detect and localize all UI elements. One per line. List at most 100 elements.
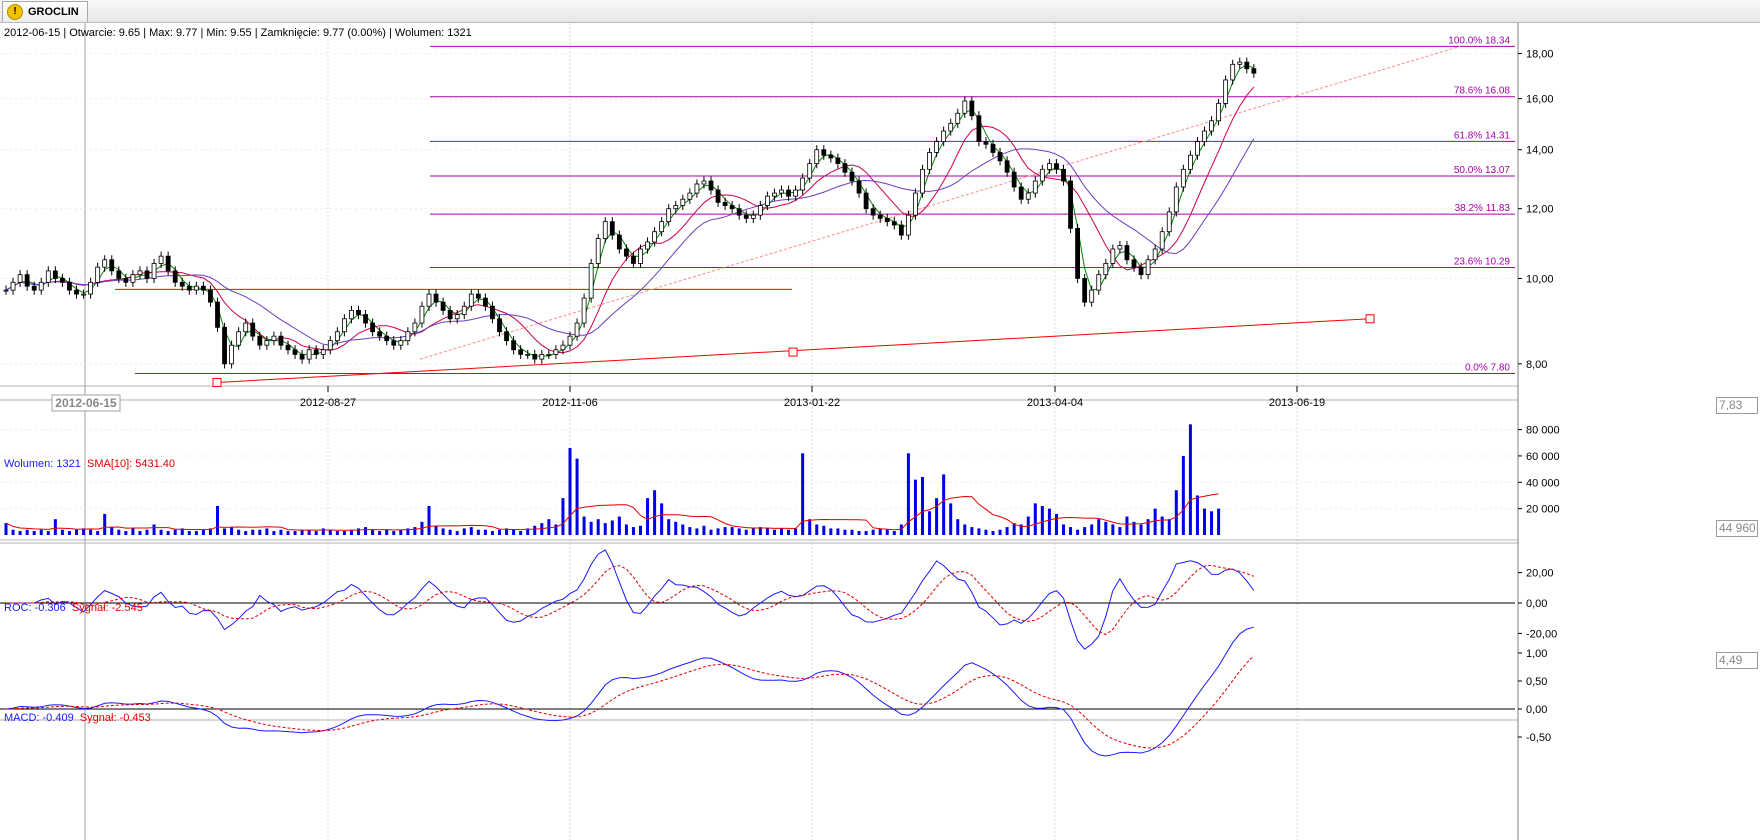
candle-body (243, 322, 249, 333)
volume-bar (702, 525, 706, 535)
volume-bar (991, 531, 995, 535)
volume-bar (18, 531, 22, 535)
candle-body (870, 208, 876, 216)
candle-body (602, 221, 608, 239)
candle-body (1054, 163, 1059, 170)
volume-tick-label: 80 000 (1526, 425, 1560, 437)
candle-body (1237, 61, 1243, 65)
stock-chart[interactable]: 0.0% 7.80 23.6% 10.29 38.2% 11.83 50.0% 13.… (0, 23, 1760, 840)
candle-body (1018, 186, 1024, 200)
candle-body (102, 259, 108, 268)
candle-body (433, 293, 439, 303)
candle-body (1216, 103, 1221, 122)
candle-body (165, 255, 171, 272)
volume-bar (335, 531, 339, 535)
candle-body (426, 293, 432, 307)
roc-label: ROC: -0.306 (4, 602, 66, 614)
candle-body (341, 318, 347, 333)
candle-body (539, 353, 545, 360)
volume-bar (187, 531, 191, 535)
candle-body (1089, 289, 1095, 303)
volume-bar (53, 519, 57, 535)
candle-body (616, 234, 622, 250)
volume-bar (1069, 527, 1073, 535)
candle-body (419, 305, 425, 324)
volume-tick-label: 40 000 (1526, 477, 1560, 489)
candle-body (694, 183, 700, 194)
axis-labels: 8,00 10,00 12,00 14,00 16,00 18,00 2012-08-27 2… (51, 49, 1560, 744)
candle-body (1138, 266, 1144, 276)
candle-body (88, 281, 93, 295)
volume-bar (1062, 524, 1065, 535)
volume-badge: 44 960 (1716, 520, 1758, 537)
candle-body (461, 305, 467, 315)
volume-bar (1076, 529, 1080, 535)
candle-body (67, 281, 72, 291)
candle-body (377, 331, 383, 337)
candle-body (504, 331, 509, 342)
candle-body (236, 331, 242, 346)
volume-bar (582, 516, 586, 535)
volume-bar (173, 529, 177, 535)
candle-body (828, 154, 834, 159)
candle-body (609, 221, 615, 236)
volume-bar (1083, 527, 1087, 535)
roc-line (6, 549, 1255, 650)
candle-body (757, 205, 763, 216)
candle-body (320, 349, 326, 355)
volume-bar (836, 528, 840, 535)
trend-lines (115, 45, 1461, 387)
volume-bar (110, 527, 114, 535)
candle-body (222, 326, 227, 365)
volume-bar (1054, 513, 1058, 535)
volume-bar (1104, 521, 1108, 535)
candle-body (631, 255, 636, 264)
roc-lines (0, 549, 1515, 650)
candle-body (123, 278, 129, 283)
volume-bar (244, 531, 248, 535)
volume-bar (1047, 508, 1051, 535)
volume-bar (744, 529, 748, 535)
candle-body (1068, 180, 1073, 229)
fib-level-label: 100.0% 18.34 (1448, 35, 1510, 46)
volume-bar (1167, 519, 1171, 535)
volume-bar (67, 531, 71, 535)
candle-body (334, 331, 340, 342)
candle-body (60, 278, 65, 283)
volume-legend: Wolumen: 1321 SMA[10]: 5431.40 (4, 458, 175, 470)
candle-body (990, 143, 996, 153)
candle-body (983, 141, 989, 145)
candle-body (715, 189, 721, 203)
volume-bar (166, 531, 170, 535)
candle-body (1209, 120, 1214, 132)
volume-bar (737, 528, 741, 535)
macd-signal-label: Sygnał: -0.453 (79, 712, 151, 724)
volume-bar (639, 525, 642, 535)
fib-level-label: 0.0% 7.80 (1465, 363, 1510, 374)
volume-bar (399, 529, 403, 535)
candle-body (927, 152, 932, 170)
tab-groclin[interactable]: ! GROCLIN (2, 1, 88, 22)
candle-body (913, 192, 918, 216)
candle-body (1124, 245, 1130, 261)
candle-body (215, 301, 220, 328)
candle-body (884, 217, 890, 223)
volume-bar (1217, 508, 1221, 535)
volume-bar (1146, 519, 1150, 535)
candle-body (447, 309, 453, 320)
volume-bar (688, 527, 692, 535)
y-tick-label: 8,00 (1526, 359, 1547, 371)
volume-bar (1090, 524, 1094, 535)
candle-body (743, 214, 749, 219)
x-tick-label: 2013-06-19 (1269, 397, 1325, 409)
volume-bar (230, 527, 234, 535)
axes (327, 23, 1522, 840)
candle-body (765, 195, 770, 206)
y-tick-label: 14,00 (1526, 145, 1554, 157)
candle-body (736, 208, 742, 216)
volume-bar (674, 521, 678, 535)
macd-label: MACD: -0.409 (4, 712, 74, 724)
candle-body (1145, 259, 1151, 276)
volume-bar (568, 448, 572, 535)
volume-bar (194, 531, 198, 535)
